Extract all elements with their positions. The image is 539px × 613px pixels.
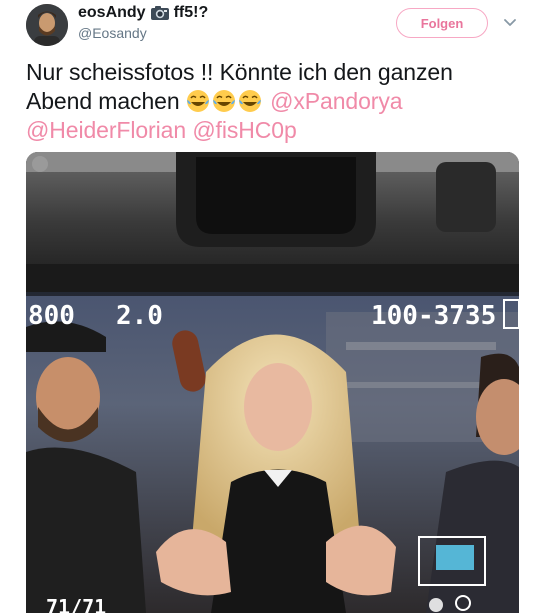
mention-heiderflorian[interactable]: @HeiderFlorian [26,117,186,143]
follow-button[interactable]: Folgen [396,8,488,38]
laughing-emoji-icon [186,90,209,112]
avatar-image [26,4,68,46]
camera-lcd-photo: 800 2.0 100-3735 71/71 [26,152,519,613]
author-name-suffix: ff5!? [173,4,209,21]
hud-range: 100-3735 [371,301,496,331]
laughing-emoji-icon [212,90,235,112]
tweet-text-line-1: Nur scheissfotos !! Könnte ich den ganze… [26,59,453,85]
chevron-down-icon[interactable] [502,14,518,30]
author-display-name[interactable]: eosAndy ff5!? [78,4,208,22]
tweet-text: Nur scheissfotos !! Könnte ich den ganze… [26,58,526,145]
tweet-text-line-3: @HeiderFlorian @fisHC0p [26,116,526,145]
mention-fishc0p[interactable]: @fisHC0p [192,117,296,143]
tweet-text-line-2-words: Abend machen [26,88,180,114]
author-avatar[interactable] [26,4,68,46]
laughing-emoji-icon [238,90,261,112]
camera-emoji-icon [150,6,169,20]
tweet-photo[interactable]: 800 2.0 100-3735 71/71 [26,152,519,613]
author-name-text: eosAndy [78,4,146,21]
hud-counter: 71/71 [46,595,106,613]
tweet-text-line-2: Abend machen @xPandorya [26,87,526,116]
hud-gear-icon [429,598,443,612]
author-handle[interactable]: @Eosandy [78,25,147,41]
hud-af-point-icon [436,545,474,570]
mention-xpandorya[interactable]: @xPandorya [270,88,402,114]
hud-aperture: 2.0 [116,301,163,331]
hud-iso: 800 [28,301,75,331]
